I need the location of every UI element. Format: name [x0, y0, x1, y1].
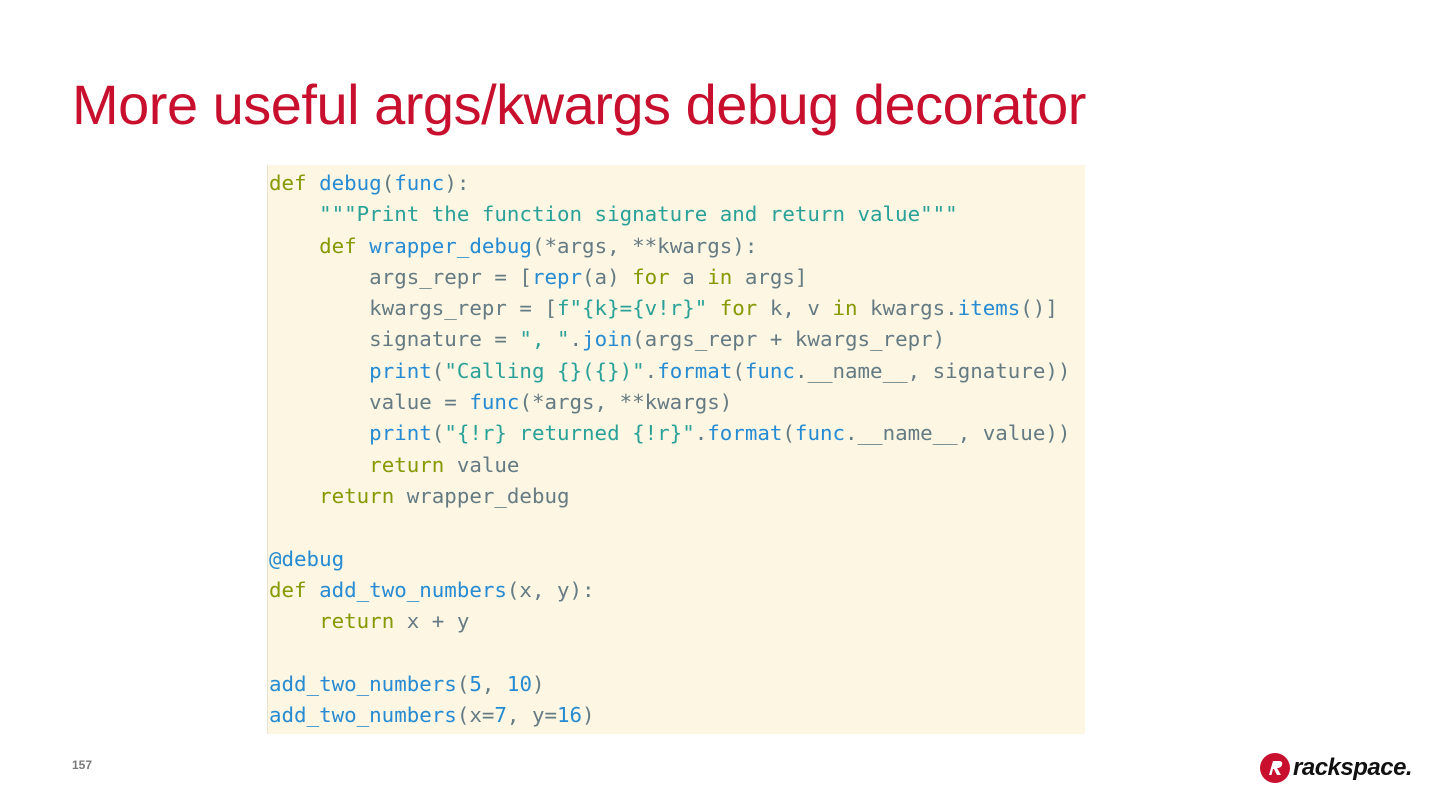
code-line: kwargs_repr = [f"{k}={v!r}" for k, v in …: [269, 296, 1058, 321]
code-line: print("{!r} returned {!r}".format(func._…: [369, 421, 1071, 446]
rackspace-logo-icon: [1260, 753, 1290, 783]
code-line: add_two_numbers(x=7, y=16): [269, 703, 595, 728]
code-line: @debug: [269, 546, 345, 571]
code-line: add_two_numbers(5, 10): [269, 671, 545, 696]
code-line: signature = ", ".join(args_repr + kwargs…: [269, 327, 946, 352]
code-line: print("Calling {}({})".format(func.__nam…: [369, 358, 1071, 383]
code-line: """Print the function signature and retu…: [319, 202, 958, 227]
code-block: def debug(func): """Print the function s…: [267, 165, 1085, 734]
code-line: def wrapper_debug(*args, **kwargs):: [319, 233, 758, 258]
code-line: value = func(*args, **kwargs): [269, 390, 733, 415]
code-line: return value: [369, 452, 520, 477]
code-line: args_repr = [repr(a) for a in args]: [269, 264, 808, 289]
rackspace-logo: rackspace.: [1258, 750, 1413, 786]
page-number: 157: [72, 758, 93, 772]
code-line: return x + y: [319, 609, 470, 634]
code-line: def add_two_numbers(x, y):: [269, 577, 595, 602]
slide-title: More useful args/kwargs debug decorator: [72, 73, 1086, 136]
code-listing: def debug(func): """Print the function s…: [268, 165, 1085, 731]
code-line: return wrapper_debug: [319, 483, 570, 508]
code-line: def debug(func):: [269, 171, 470, 195]
logo-wordmark: rackspace.: [1293, 754, 1413, 781]
